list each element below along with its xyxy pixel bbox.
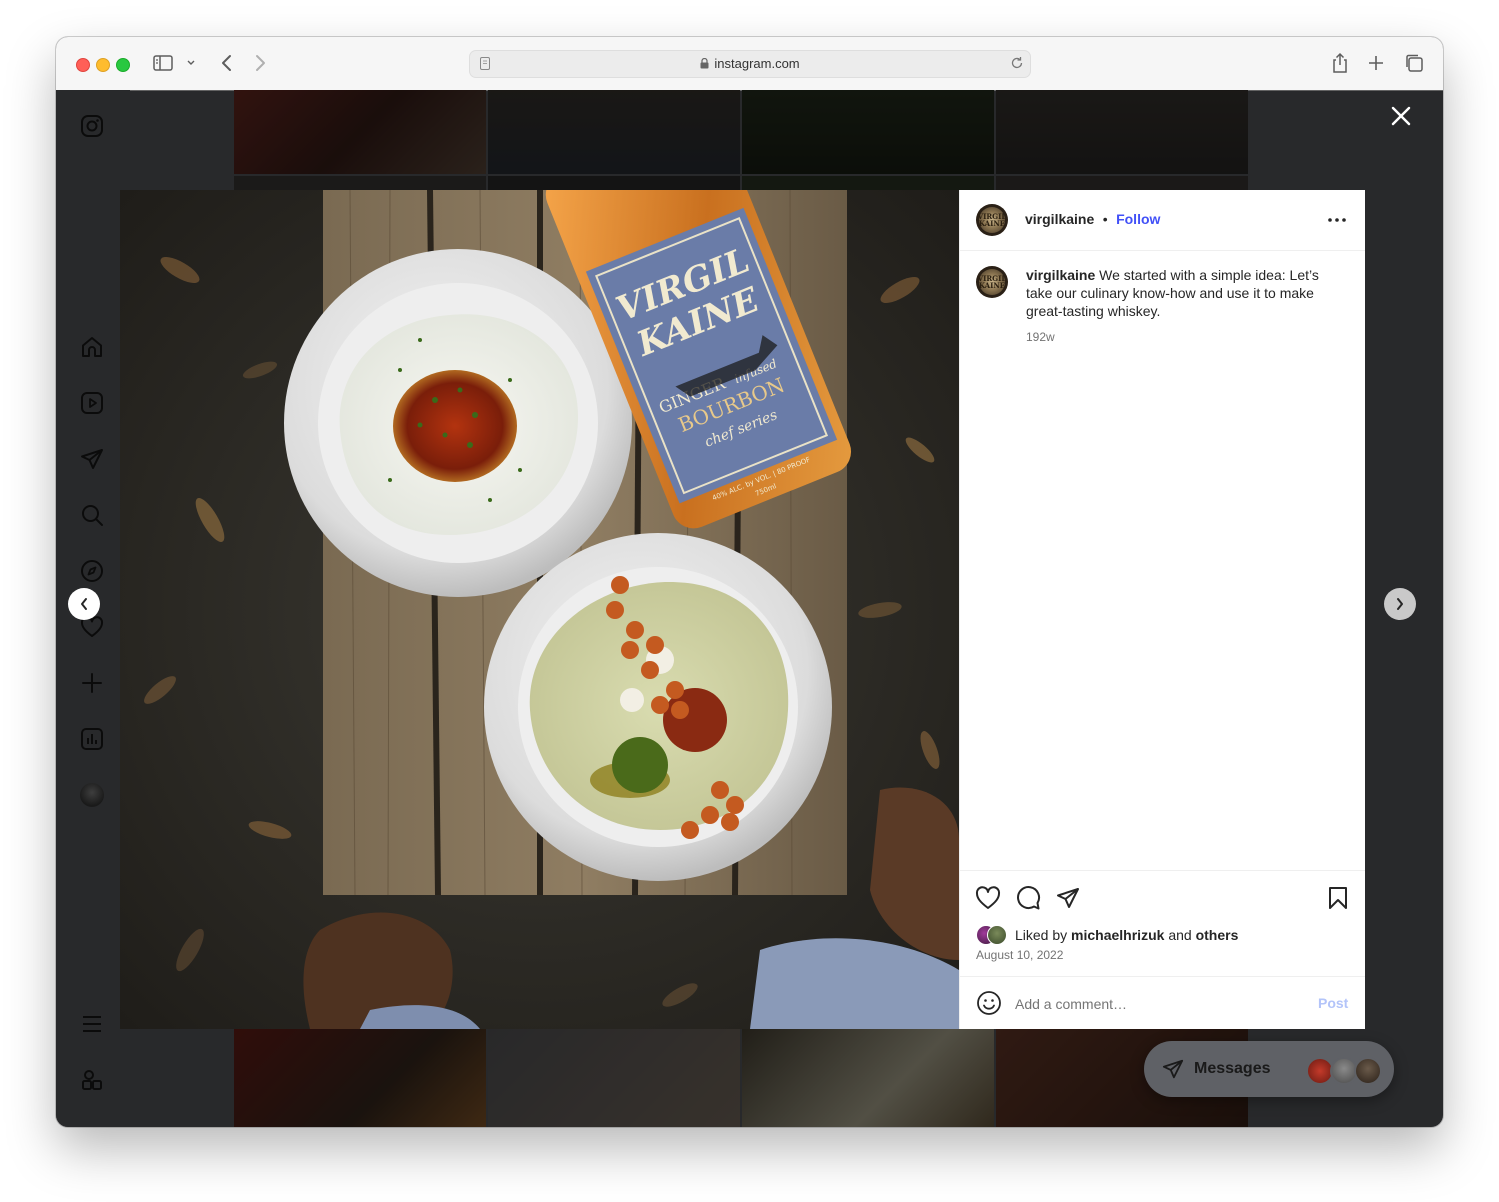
- like-icon[interactable]: [975, 885, 1001, 911]
- new-tab-icon[interactable]: [1366, 53, 1386, 73]
- browser-toolbar: instagram.com: [56, 37, 1443, 91]
- back-arrow-icon[interactable]: [216, 53, 236, 73]
- tab-overview-icon[interactable]: [1403, 53, 1425, 73]
- caption-author-avatar[interactable]: VIRGIL KAINE: [976, 266, 1008, 298]
- window-minimize-button[interactable]: [96, 58, 110, 72]
- address-bar[interactable]: instagram.com: [469, 50, 1031, 78]
- author-username[interactable]: virgilkaine: [1025, 211, 1094, 227]
- post-date[interactable]: August 10, 2022: [976, 948, 1063, 962]
- message-avatar: [1354, 1057, 1382, 1085]
- post-comment-button[interactable]: Post: [1318, 995, 1348, 1011]
- messages-drawer-button[interactable]: Messages: [1144, 1041, 1394, 1097]
- sidebar-toggle-icon[interactable]: [152, 53, 174, 73]
- divider: [960, 870, 1365, 871]
- caption-age[interactable]: 192w: [1026, 328, 1344, 346]
- browser-window: instagram.com VIRGIL KAINE infused BOURB…: [56, 37, 1443, 1127]
- post-header: VIRGIL KAINE virgilkaine • Follow: [960, 190, 1365, 251]
- next-post-button[interactable]: [1384, 588, 1416, 620]
- post-caption: virgilkaine We started with a simple ide…: [1026, 266, 1344, 346]
- post-image[interactable]: VIRGIL KAINE GINGER infused BOURBON chef…: [120, 190, 959, 1029]
- comment-input[interactable]: [1015, 994, 1285, 1014]
- reload-icon[interactable]: [1010, 56, 1024, 75]
- close-icon[interactable]: [1390, 105, 1412, 127]
- messages-label: Messages: [1194, 1060, 1271, 1077]
- divider: [960, 976, 1365, 977]
- chevron-down-icon[interactable]: [185, 57, 197, 69]
- liked-by-text: Liked by michaelhrizuk and others: [1015, 927, 1239, 943]
- lock-icon: [700, 57, 709, 72]
- liked-by-username[interactable]: michaelhrizuk: [1071, 927, 1164, 943]
- comment-icon[interactable]: [1015, 885, 1041, 911]
- window-close-button[interactable]: [76, 58, 90, 72]
- previous-post-button[interactable]: [68, 588, 100, 620]
- emoji-icon[interactable]: [976, 990, 1002, 1016]
- follow-button[interactable]: Follow: [1116, 211, 1160, 227]
- author-avatar[interactable]: VIRGIL KAINE: [976, 204, 1008, 236]
- messages-icon: [1162, 1058, 1184, 1080]
- save-icon[interactable]: [1325, 885, 1351, 911]
- separator-dot: •: [1102, 211, 1108, 227]
- forward-arrow-icon[interactable]: [251, 53, 271, 73]
- share-sheet-icon[interactable]: [1329, 51, 1351, 75]
- caption-username[interactable]: virgilkaine: [1026, 267, 1095, 283]
- window-zoom-button[interactable]: [116, 58, 130, 72]
- page-content: VIRGIL KAINE GINGER infused BOURBON chef…: [56, 90, 1443, 1127]
- post-details-panel: VIRGIL KAINE virgilkaine • Follow VIRGIL…: [959, 190, 1365, 1029]
- share-icon[interactable]: [1055, 885, 1081, 911]
- liked-by-avatars[interactable]: [976, 925, 1016, 945]
- url-text: instagram.com: [714, 56, 800, 71]
- liked-by-others[interactable]: others: [1196, 927, 1239, 943]
- more-options-icon[interactable]: [1326, 210, 1348, 230]
